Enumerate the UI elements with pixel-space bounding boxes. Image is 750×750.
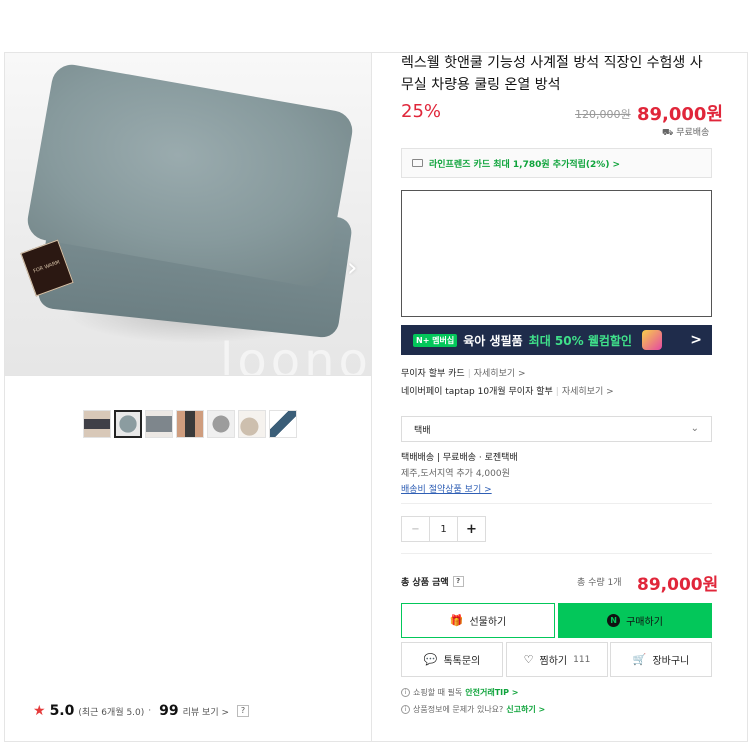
next-image-arrow-icon[interactable]: › (347, 253, 357, 283)
cart-icon: 🛒 (632, 653, 647, 666)
buy-button[interactable]: N 구매하기 (558, 603, 712, 638)
delivery-select-value: 택배 (414, 425, 431, 436)
credit-card-icon (412, 159, 423, 167)
product-title: 렉스웰 핫앤쿨 기능성 사계절 방석 직장인 수험생 사무실 차량용 쿨링 온열… (401, 55, 703, 93)
discount-rate: 25% (401, 101, 442, 122)
review-link[interactable]: 리뷰 보기 > (183, 705, 229, 718)
cart-button[interactable]: 🛒 장바구니 (610, 642, 712, 677)
thumbnail-strip (83, 410, 297, 438)
quantity-increase-button[interactable]: + (457, 517, 485, 541)
installment-detail-link[interactable]: 자세히보기 > (474, 369, 526, 379)
delivery-method-select[interactable]: 택배 ⌄ (401, 416, 712, 442)
safety-tip-text: 쇼핑할 때 필독 (413, 688, 463, 697)
chat-bubble-icon: 💬 (423, 653, 438, 666)
free-shipping-text: 무료배송 (676, 128, 710, 138)
review-summary: ★ 5.0 (최근 6개월 5.0) · 99 리뷰 보기 > ? (33, 703, 250, 719)
report-tip: i 상품정보에 문제가 있나요? 신고하기 > (401, 704, 545, 715)
total-label-text: 총 상품 금액 (401, 578, 449, 588)
chevron-down-icon: ⌄ (690, 423, 699, 434)
review-score: 5.0 (49, 703, 75, 719)
free-shipping-label: ⛟ 무료배송 (662, 125, 709, 139)
quantity-decrease-button[interactable]: − (402, 517, 430, 541)
quantity-stepper: − 1 + (401, 516, 486, 542)
thumbnail-3[interactable] (145, 410, 173, 438)
truck-icon: ⛟ (662, 128, 674, 138)
cart-label: 장바구니 (652, 656, 690, 667)
talktalk-label: 톡톡문의 (443, 656, 481, 667)
quantity-value[interactable]: 1 (430, 517, 457, 541)
info-icon: i (401, 688, 410, 697)
installment-info: 무이자 할부 카드 | 자세히보기 > (401, 366, 526, 379)
thumbnail-2-active[interactable] (114, 410, 142, 438)
npay-detail-link[interactable]: 자세히보기 > (562, 387, 614, 397)
sale-price: 89,000원 (637, 104, 724, 125)
membership-badge: N+ 멤버십 (413, 333, 458, 347)
gift-box-icon (641, 330, 662, 350)
total-label: 총 상품 금액 ? (401, 575, 464, 588)
buy-button-label: 구매하기 (626, 617, 663, 628)
delivery-extra-fee: 제주,도서지역 추가 4,000원 (401, 469, 510, 479)
thumbnail-7[interactable] (269, 410, 297, 438)
wishlist-label: 찜하기 (539, 656, 568, 667)
naver-pay-icon: N (607, 614, 621, 627)
embedded-content-box (401, 190, 712, 317)
wishlist-button[interactable]: ♡ 찜하기 111 (506, 642, 608, 677)
gift-button-label: 선물하기 (469, 617, 507, 628)
separator: | (555, 387, 559, 397)
brand-tag-text: FOR WARM (32, 259, 61, 275)
card-benefit-text: 라인프렌즈 카드 최대 1,780원 추가적립(2%) > (429, 159, 621, 170)
promo-text: 육아 생필품 (463, 333, 523, 348)
original-price: 120,000원 (575, 108, 631, 121)
wishlist-count: 111 (573, 654, 591, 665)
card-benefit-banner[interactable]: 라인프렌즈 카드 최대 1,780원 추가적립(2%) > (401, 148, 712, 178)
safety-tip: i 쇼핑할 때 필독 안전거래TIP > (401, 687, 518, 698)
review-count[interactable]: 99 (159, 703, 178, 719)
info-icon: i (401, 705, 410, 714)
thumbnail-5[interactable] (207, 410, 235, 438)
safety-tip-link[interactable]: 안전거래TIP > (465, 687, 518, 698)
thumbnail-1[interactable] (83, 410, 111, 438)
pane-divider (371, 52, 372, 742)
heart-icon: ♡ (523, 653, 534, 666)
report-tip-text: 상품정보에 문제가 있나요? (413, 705, 504, 714)
thumbnail-6[interactable] (238, 410, 266, 438)
review-period: (최근 6개월 5.0) (78, 707, 145, 718)
npay-info: 네이버페이 taptap 10개월 무이자 할부 | 자세히보기 > (401, 384, 614, 397)
membership-promo-banner[interactable]: N+ 멤버십 육아 생필품 최대 50% 웰컴할인 > (401, 325, 712, 355)
delivery-saving-link[interactable]: 배송비 절약상품 보기 > (401, 482, 492, 495)
review-help-icon[interactable]: ? (237, 705, 250, 717)
watermark: loono (220, 333, 371, 375)
gift-icon: 🎁 (449, 614, 464, 627)
promo-chevron-icon: > (690, 332, 702, 348)
separator: | (467, 369, 471, 379)
star-icon: ★ (33, 703, 46, 719)
dot-separator: · (148, 706, 152, 716)
gift-button[interactable]: 🎁 선물하기 (401, 603, 555, 638)
report-link[interactable]: 신고하기 > (506, 704, 545, 715)
delivery-info-line: 택배배송 | 무료배송 · 로젠택배 (401, 453, 518, 463)
main-product-image[interactable]: FOR WARM loono › (5, 53, 371, 375)
total-help-icon[interactable]: ? (452, 576, 464, 587)
installment-label: 무이자 할부 카드 (401, 369, 465, 379)
divider (401, 503, 712, 504)
image-divider (5, 375, 371, 376)
total-quantity: 총 수량 1개 (577, 578, 622, 588)
total-price: 89,000원 (637, 575, 719, 595)
divider (401, 553, 712, 554)
talktalk-button[interactable]: 💬 톡톡문의 (401, 642, 503, 677)
promo-highlight: 최대 50% 웰컴할인 (528, 333, 632, 348)
thumbnail-4[interactable] (176, 410, 204, 438)
npay-label: 네이버페이 taptap 10개월 무이자 할부 (401, 387, 553, 397)
